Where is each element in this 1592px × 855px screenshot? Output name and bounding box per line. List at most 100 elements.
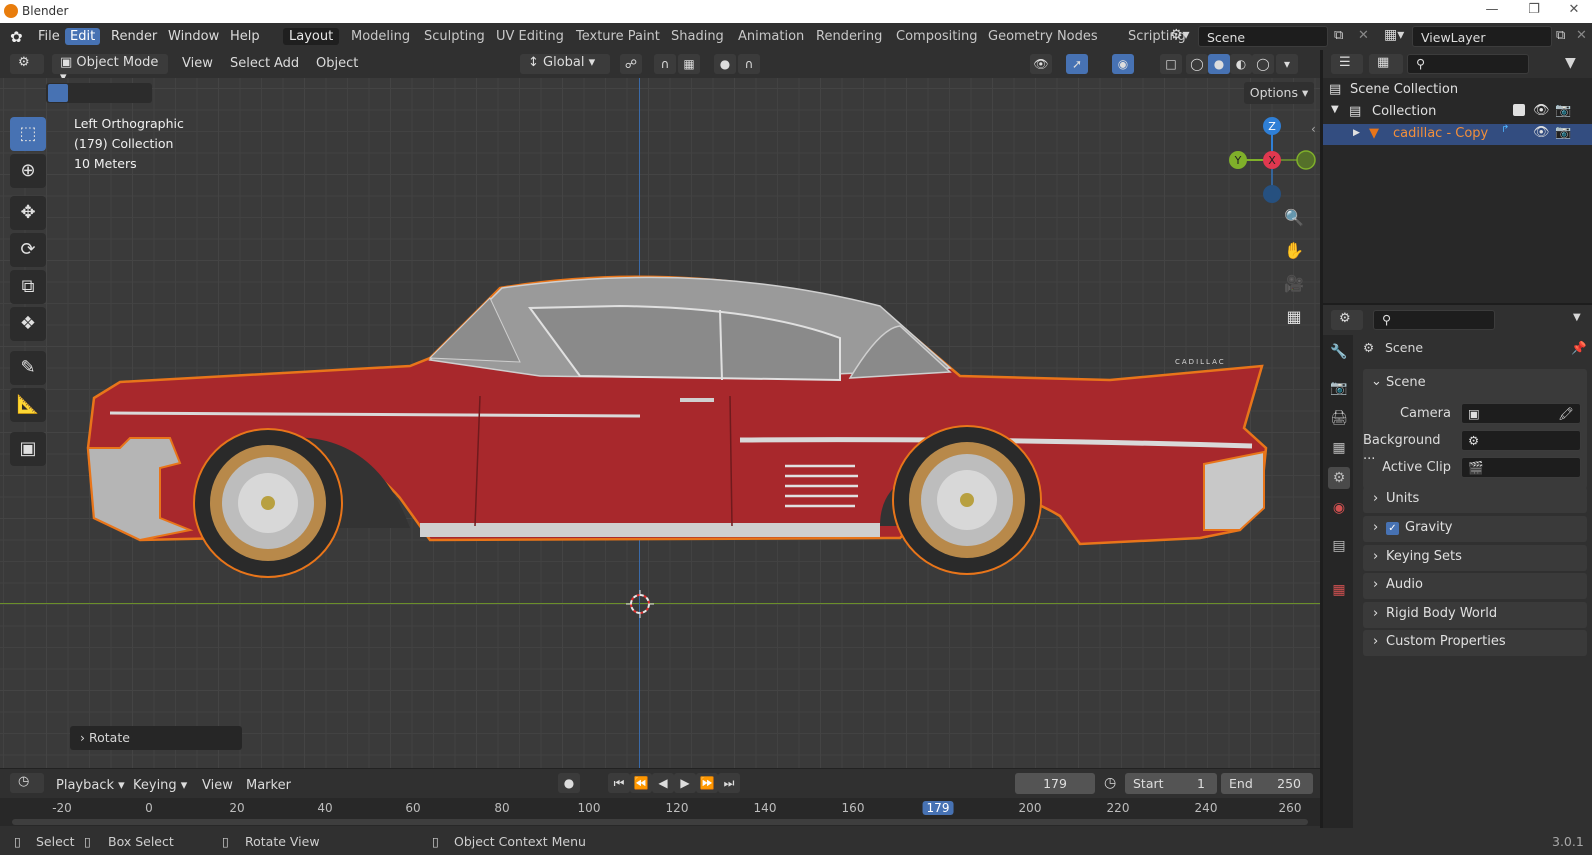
- visibility-selectability-icon[interactable]: 👁: [1030, 54, 1052, 74]
- use-preview-range-icon[interactable]: ◷: [1104, 775, 1116, 791]
- current-frame-field[interactable]: 179: [1015, 773, 1095, 794]
- menu-help[interactable]: Help: [225, 28, 265, 45]
- transform-orientation-dropdown[interactable]: ↕ Global ▾: [520, 54, 610, 74]
- material-preview-shading-icon[interactable]: ◐: [1230, 54, 1252, 74]
- zoom-icon[interactable]: 🔍: [1280, 204, 1308, 232]
- properties-editor-type[interactable]: ⚙: [1331, 310, 1363, 330]
- properties-search-input[interactable]: ⚲: [1373, 310, 1495, 330]
- maximize-button[interactable]: ❐: [1524, 2, 1544, 20]
- snap-target-icon[interactable]: ▦: [678, 54, 700, 74]
- timeline-scrollbar[interactable]: [12, 819, 1308, 825]
- play-icon[interactable]: ▶: [674, 773, 696, 793]
- tab-layout[interactable]: Layout: [283, 28, 340, 45]
- outliner-search-input[interactable]: ⚲: [1407, 54, 1529, 74]
- properties-options-icon[interactable]: ▼: [1573, 312, 1581, 323]
- tool-tab-icon[interactable]: 🔧: [1328, 341, 1350, 363]
- outliner-scene-collection[interactable]: ▤ Scene Collection: [1323, 80, 1592, 101]
- end-frame-field[interactable]: End 250: [1221, 773, 1313, 794]
- rotate-tool[interactable]: ⟳: [10, 233, 46, 267]
- move-tool[interactable]: ✥: [10, 196, 46, 230]
- render-camera-icon[interactable]: 📷: [1555, 103, 1571, 118]
- tab-geometry-nodes[interactable]: Geometry Nodes: [982, 28, 1104, 45]
- tab-compositing[interactable]: Compositing: [890, 28, 984, 45]
- jump-to-start-icon[interactable]: ⏮: [608, 773, 630, 793]
- select-intersect-icon[interactable]: [134, 84, 152, 102]
- falloff-icon[interactable]: ∩: [738, 54, 760, 74]
- eyedropper-icon[interactable]: 🖍: [1558, 406, 1574, 422]
- menu-add[interactable]: Add: [268, 55, 305, 72]
- play-reverse-icon[interactable]: ◀: [652, 773, 674, 793]
- keying-sets-panel[interactable]: › Keying Sets: [1363, 545, 1587, 571]
- proportional-edit-icon[interactable]: ●: [714, 54, 736, 74]
- gravity-panel[interactable]: › ✓ Gravity: [1363, 516, 1587, 542]
- shading-options-icon[interactable]: ▾: [1276, 54, 1298, 74]
- add-cube-tool[interactable]: ▣: [10, 432, 46, 466]
- render-camera-icon[interactable]: 📷: [1555, 125, 1571, 140]
- scene-icon[interactable]: ⚙▾: [1170, 27, 1190, 43]
- cursor-tool[interactable]: ⊕: [10, 154, 46, 188]
- navigation-gizmo[interactable]: Z Y X: [1220, 114, 1320, 204]
- display-mode-dropdown[interactable]: ▦: [1369, 54, 1403, 74]
- view-layer-tab-icon[interactable]: ▦: [1328, 437, 1350, 459]
- menu-edit[interactable]: Edit: [65, 28, 101, 45]
- frame-ruler[interactable]: -20 0 20 40 60 80 100 120 140 160 179 20…: [0, 798, 1320, 826]
- tab-shading[interactable]: Shading: [665, 28, 730, 45]
- scene-panel-header[interactable]: ⌄ Scene: [1363, 373, 1587, 395]
- jump-to-keyframe-back-icon[interactable]: ⏪: [630, 773, 652, 793]
- pivot-point-icon[interactable]: ☍: [620, 54, 642, 74]
- menu-render[interactable]: Render: [106, 28, 162, 45]
- units-panel[interactable]: › Units: [1363, 487, 1587, 513]
- minimize-button[interactable]: —: [1482, 2, 1502, 20]
- rigid-body-world-panel[interactable]: › Rigid Body World: [1363, 602, 1587, 628]
- view-layer-icon[interactable]: ▦▾: [1384, 27, 1404, 43]
- outliner-collection[interactable]: ▼ ▤ Collection 👁 📷: [1323, 102, 1592, 123]
- tab-sculpting[interactable]: Sculpting: [418, 28, 491, 45]
- pan-hand-icon[interactable]: ✋: [1280, 237, 1308, 265]
- solid-shading-icon[interactable]: ●: [1208, 54, 1230, 74]
- annotate-tool[interactable]: ✎: [10, 351, 46, 385]
- scene-tab-icon[interactable]: ⚙: [1328, 467, 1350, 489]
- object-mode-dropdown[interactable]: ▣ Object Mode ▾: [52, 54, 168, 85]
- menu-window[interactable]: Window: [163, 28, 224, 45]
- gizmo-toggle-icon[interactable]: ➚: [1066, 54, 1088, 74]
- tab-rendering[interactable]: Rendering: [810, 28, 888, 45]
- tab-modeling[interactable]: Modeling: [345, 28, 416, 45]
- background-scene-field[interactable]: ⚙: [1461, 430, 1581, 451]
- jump-to-end-icon[interactable]: ⏭: [718, 773, 740, 793]
- pin-icon[interactable]: 📌: [1571, 340, 1587, 356]
- select-set-icon[interactable]: [48, 84, 68, 102]
- 3d-viewport[interactable]: ⬚ ⊕ ✥ ⟳ ⧉ ❖ ✎ 📐 ▣ Left Orthographic (179…: [0, 78, 1320, 768]
- blender-menu-icon[interactable]: ✿: [10, 28, 23, 46]
- timeline-view-menu[interactable]: View: [202, 778, 233, 793]
- expand-arrow-icon[interactable]: ▶: [1353, 128, 1360, 138]
- record-keyframe-icon[interactable]: ●: [558, 773, 580, 793]
- scene-selector[interactable]: Scene: [1198, 26, 1328, 47]
- eye-icon[interactable]: 👁: [1533, 103, 1550, 118]
- menu-object[interactable]: Object: [310, 55, 364, 72]
- select-subtract-icon[interactable]: [92, 84, 112, 102]
- camera-field[interactable]: ▣ 🖍: [1461, 403, 1581, 424]
- measure-tool[interactable]: 📐: [10, 388, 46, 422]
- timeline-editor-type[interactable]: ◷: [10, 773, 44, 793]
- current-frame-indicator[interactable]: 179: [922, 801, 954, 815]
- world-tab-icon[interactable]: ◉: [1328, 497, 1350, 519]
- close-button[interactable]: ✕: [1564, 2, 1584, 20]
- delete-view-layer-icon[interactable]: ✕: [1576, 28, 1587, 43]
- exclude-checkbox[interactable]: [1513, 104, 1525, 116]
- scale-tool[interactable]: ⧉: [10, 270, 46, 304]
- car-model[interactable]: CADILLAC: [80, 268, 1290, 608]
- custom-properties-panel[interactable]: › Custom Properties: [1363, 630, 1587, 656]
- overlays-toggle-icon[interactable]: ◉: [1112, 54, 1134, 74]
- tab-uv-editing[interactable]: UV Editing: [490, 28, 570, 45]
- xray-toggle-icon[interactable]: □: [1160, 54, 1182, 74]
- transform-tool[interactable]: ❖: [10, 307, 46, 341]
- keying-menu[interactable]: Keying ▾: [133, 778, 187, 793]
- marker-menu[interactable]: Marker: [246, 778, 291, 793]
- start-frame-field[interactable]: Start 1: [1125, 773, 1217, 794]
- collection-tab-icon[interactable]: ▤: [1328, 535, 1350, 557]
- gravity-checkbox[interactable]: ✓: [1386, 522, 1399, 535]
- view-layer-selector[interactable]: ViewLayer: [1412, 26, 1552, 47]
- options-dropdown[interactable]: Options ▾: [1244, 82, 1314, 104]
- wireframe-shading-icon[interactable]: ◯: [1186, 54, 1208, 74]
- render-tab-icon[interactable]: 📷: [1328, 377, 1350, 399]
